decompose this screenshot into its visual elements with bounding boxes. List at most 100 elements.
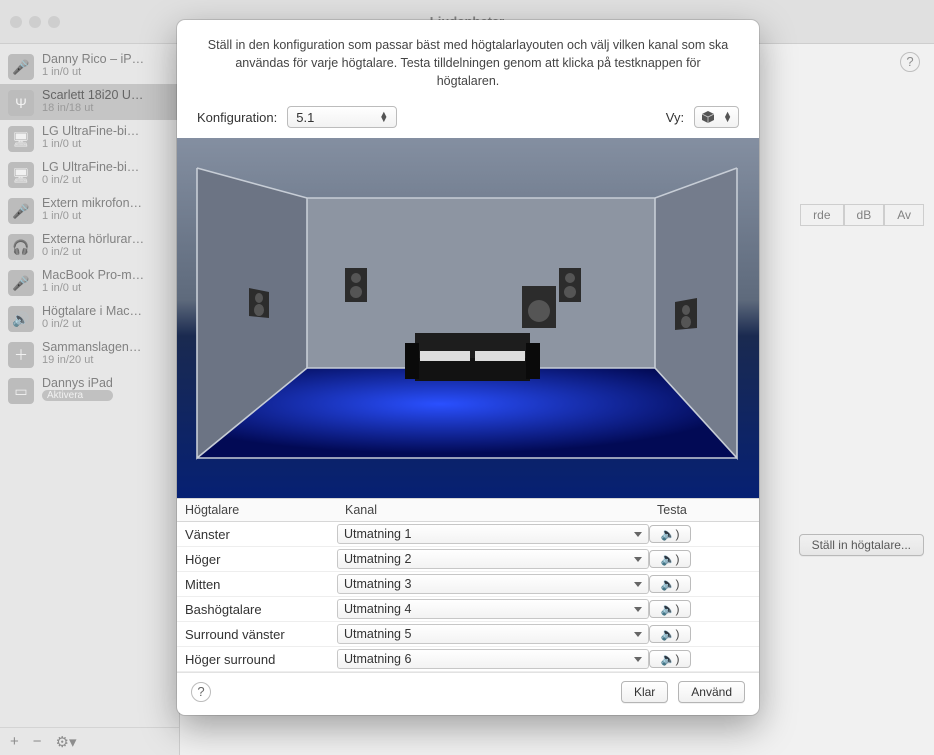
sidebar-item[interactable]: 🖥LG UltraFine-bi…1 in/0 ut: [0, 120, 179, 156]
test-button[interactable]: 🔈): [649, 625, 691, 643]
device-name: MacBook Pro-m…: [42, 268, 144, 282]
view-select[interactable]: [694, 106, 739, 128]
device-sub: 0 in/2 ut: [42, 246, 144, 258]
device-sub: 0 in/2 ut: [42, 174, 139, 186]
table-row: MittenUtmatning 3 🔈): [177, 572, 759, 597]
config-select[interactable]: 5.1: [287, 106, 397, 128]
headphones-icon: 🎧: [8, 234, 34, 260]
device-name: Externa hörlurar…: [42, 232, 144, 246]
test-button[interactable]: 🔈): [649, 650, 691, 668]
device-name: LG UltraFine-bi…: [42, 124, 139, 138]
sidebar: 🎤Danny Rico – iP…1 in/0 utΨScarlett 18i2…: [0, 44, 180, 755]
done-button[interactable]: Klar: [621, 681, 668, 703]
device-name: Extern mikrofon…: [42, 196, 142, 210]
help-button[interactable]: ?: [191, 682, 211, 702]
table-row: Höger surroundUtmatning 6 🔈): [177, 647, 759, 672]
test-button[interactable]: 🔈): [649, 550, 691, 568]
view-label: Vy:: [666, 110, 684, 125]
device-sub: 1 in/0 ut: [42, 138, 139, 150]
mic-icon: 🎤: [8, 270, 34, 296]
channel-select[interactable]: Utmatning 2: [337, 549, 649, 569]
speaker-name: Mitten: [177, 577, 337, 592]
sidebar-item[interactable]: 🖥 LG UltraFine-bi…0 in/2 ut: [0, 156, 179, 192]
ipad-icon: ▭: [8, 378, 34, 404]
sidebar-item[interactable]: ΨScarlett 18i20 U…18 in/18 ut: [0, 84, 179, 120]
config-row: Konfiguration: 5.1 Vy:: [177, 100, 759, 138]
mic-icon: 🎤: [8, 54, 34, 80]
add-button[interactable]: +: [10, 733, 19, 750]
sidebar-item[interactable]: 🎤 Extern mikrofon…1 in/0 ut: [0, 192, 179, 228]
speaker-surround-left-icon: [249, 288, 269, 318]
test-button[interactable]: 🔈): [649, 575, 691, 593]
sound-icon: 🔈): [661, 627, 680, 641]
sidebar-item[interactable]: 🎤 Danny Rico – iP…1 in/0 ut: [0, 48, 179, 84]
sidebar-item[interactable]: 🎤 MacBook Pro-m…1 in/0 ut: [0, 264, 179, 300]
col-test: Testa: [649, 499, 729, 521]
channel-select[interactable]: Utmatning 6: [337, 649, 649, 669]
table-row: BashögtalareUtmatning 4 🔈): [177, 597, 759, 622]
sidebar-toolbar: + − ⚙︎▾: [0, 727, 179, 755]
speaker-name: Vänster: [177, 527, 337, 542]
speaker-front-right-icon: [559, 268, 581, 302]
channel-select[interactable]: Utmatning 1: [337, 524, 649, 544]
speaker-config-dialog: Ställ in den konfiguration som passar bä…: [177, 20, 759, 715]
col-speaker: Högtalare: [177, 499, 337, 521]
speaker-name: Surround vänster: [177, 627, 337, 642]
test-button[interactable]: 🔈): [649, 600, 691, 618]
device-name: Danny Rico – iP…: [42, 52, 144, 66]
device-sub: 1 in/0 ut: [42, 66, 144, 78]
dialog-footer: ? Klar Använd: [177, 672, 759, 715]
speaker-front-left-icon: [345, 268, 367, 302]
speaker-icon: 🔊: [8, 306, 34, 332]
device-sub: 1 in/0 ut: [42, 282, 144, 294]
channel-select[interactable]: Utmatning 5: [337, 624, 649, 644]
channel-select[interactable]: Utmatning 3: [337, 574, 649, 594]
sound-icon: 🔈): [661, 577, 680, 591]
sound-icon: 🔈): [661, 527, 680, 541]
sidebar-item[interactable]: ＋Sammanslagen…19 in/20 ut: [0, 336, 179, 372]
table-header: Högtalare Kanal Testa: [177, 499, 759, 522]
gear-icon: ⚙︎: [56, 734, 69, 751]
col-channel: Kanal: [337, 499, 649, 521]
remove-button[interactable]: −: [33, 733, 42, 750]
channel-select[interactable]: Utmatning 4: [337, 599, 649, 619]
table-row: VänsterUtmatning 1 🔈): [177, 522, 759, 547]
device-name: LG UltraFine-bi…: [42, 160, 139, 174]
sound-icon: 🔈): [661, 552, 680, 566]
device-sub: 1 in/0 ut: [42, 210, 142, 222]
sidebar-item[interactable]: 🔊 Högtalare i Mac…0 in/2 ut: [0, 300, 179, 336]
speaker-table: Högtalare Kanal Testa VänsterUtmatning 1…: [177, 498, 759, 672]
sound-icon: 🔈): [661, 652, 680, 666]
sound-icon: 🔈): [661, 602, 680, 616]
sidebar-item[interactable]: ▭ Dannys iPadAktivera: [0, 372, 179, 408]
column-headers: rde dB Av: [800, 204, 924, 226]
sofa-icon: [405, 333, 540, 381]
speaker-name: Höger: [177, 552, 337, 567]
configure-speakers-button[interactable]: Ställ in högtalare...: [799, 534, 924, 556]
config-label: Konfiguration:: [197, 110, 277, 125]
apply-button[interactable]: Använd: [678, 681, 745, 703]
cube-icon: [701, 110, 715, 124]
device-name: Högtalare i Mac…: [42, 304, 142, 318]
speaker-surround-right-icon: [675, 298, 697, 330]
device-sub: 0 in/2 ut: [42, 318, 142, 330]
device-sub: 19 in/20 ut: [42, 354, 141, 366]
device-name: Dannys iPad: [42, 376, 113, 390]
usb-icon: Ψ: [8, 90, 34, 116]
speaker-name: Höger surround: [177, 652, 337, 667]
test-button[interactable]: 🔈): [649, 525, 691, 543]
mic-icon: 🎤: [8, 198, 34, 224]
room-3d-view[interactable]: [177, 138, 759, 498]
device-sub: Aktivera: [42, 390, 113, 401]
table-row: Surround vänsterUtmatning 5 🔈): [177, 622, 759, 647]
subwoofer-icon: [522, 286, 556, 328]
sidebar-item[interactable]: 🎧 Externa hörlurar…0 in/2 ut: [0, 228, 179, 264]
help-button[interactable]: ?: [900, 52, 920, 72]
device-sub: 18 in/18 ut: [42, 102, 143, 114]
gear-button[interactable]: ⚙︎▾: [56, 733, 77, 751]
chevron-updown-icon: [723, 112, 732, 123]
dialog-intro: Ställ in den konfiguration som passar bä…: [177, 20, 759, 100]
table-row: HögerUtmatning 2 🔈): [177, 547, 759, 572]
speaker-name: Bashögtalare: [177, 602, 337, 617]
display-icon: 🖥: [8, 162, 34, 188]
